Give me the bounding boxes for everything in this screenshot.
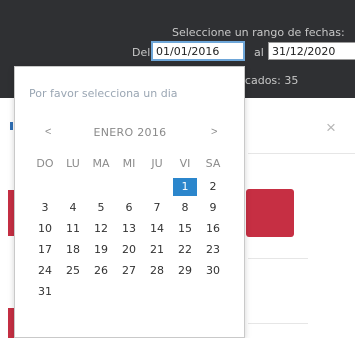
day-cell[interactable]: 6 — [117, 199, 141, 217]
weekday-label: MA — [92, 157, 110, 170]
day-cell[interactable]: 18 — [61, 241, 85, 259]
day-cell[interactable]: 2 — [201, 178, 225, 196]
to-date-input[interactable] — [268, 42, 355, 60]
from-date-input[interactable] — [151, 41, 245, 61]
day-cell[interactable]: 30 — [201, 262, 225, 280]
red-action-button[interactable] — [246, 189, 294, 237]
day-cell[interactable]: 21 — [145, 241, 169, 259]
day-cell[interactable]: 12 — [89, 220, 113, 238]
day-cell[interactable]: 16 — [201, 220, 225, 238]
day-cell[interactable]: 4 — [61, 199, 85, 217]
close-icon[interactable]: × — [326, 118, 336, 138]
month-title: ENERO 2016 — [93, 126, 167, 139]
divider — [248, 153, 355, 154]
link-fragment — [10, 122, 13, 130]
prev-month-button[interactable]: < — [45, 126, 51, 138]
day-cell[interactable]: 9 — [201, 199, 225, 217]
day-cell[interactable]: 29 — [173, 262, 197, 280]
day-cell[interactable]: 20 — [117, 241, 141, 259]
day-cell[interactable]: 15 — [173, 220, 197, 238]
datepicker-hint: Por favor selecciona un dia — [29, 87, 178, 100]
weekday-label: JU — [151, 157, 163, 170]
day-cell[interactable]: 7 — [145, 199, 169, 217]
datepicker-popup: Por favor selecciona un dia < ENERO 2016… — [14, 66, 245, 338]
weekday-label: LU — [66, 157, 80, 170]
divider-2 — [248, 258, 308, 259]
day-cell[interactable]: 27 — [117, 262, 141, 280]
divider-3 — [248, 323, 308, 324]
day-cell[interactable]: 22 — [173, 241, 197, 259]
day-cell[interactable]: 28 — [145, 262, 169, 280]
day-cell[interactable]: 11 — [61, 220, 85, 238]
weekday-label: VI — [179, 157, 191, 170]
day-cell[interactable]: 3 — [33, 199, 57, 217]
day-cell[interactable]: 5 — [89, 199, 113, 217]
range-title-text: Seleccione un rango de fechas: — [172, 26, 345, 39]
day-cell[interactable]: 19 — [89, 241, 113, 259]
weekday-label: DO — [36, 157, 54, 170]
results-count: ficados: 35 — [238, 74, 299, 87]
day-cell[interactable]: 24 — [33, 262, 57, 280]
day-cell[interactable]: 13 — [117, 220, 141, 238]
day-cell[interactable]: 10 — [33, 220, 57, 238]
from-label: Del — [132, 46, 151, 59]
day-cell[interactable]: 8 — [173, 199, 197, 217]
weekday-label: SA — [205, 157, 221, 170]
day-cell[interactable]: 17 — [33, 241, 57, 259]
to-label: al — [254, 46, 264, 59]
day-cell[interactable]: 26 — [89, 262, 113, 280]
day-cell-selected[interactable]: 1 — [173, 178, 197, 196]
next-month-button[interactable]: > — [211, 126, 217, 138]
day-cell[interactable]: 23 — [201, 241, 225, 259]
weekday-label: MI — [122, 157, 136, 170]
day-cell[interactable]: 31 — [33, 283, 57, 301]
day-cell[interactable]: 25 — [61, 262, 85, 280]
day-cell[interactable]: 14 — [145, 220, 169, 238]
